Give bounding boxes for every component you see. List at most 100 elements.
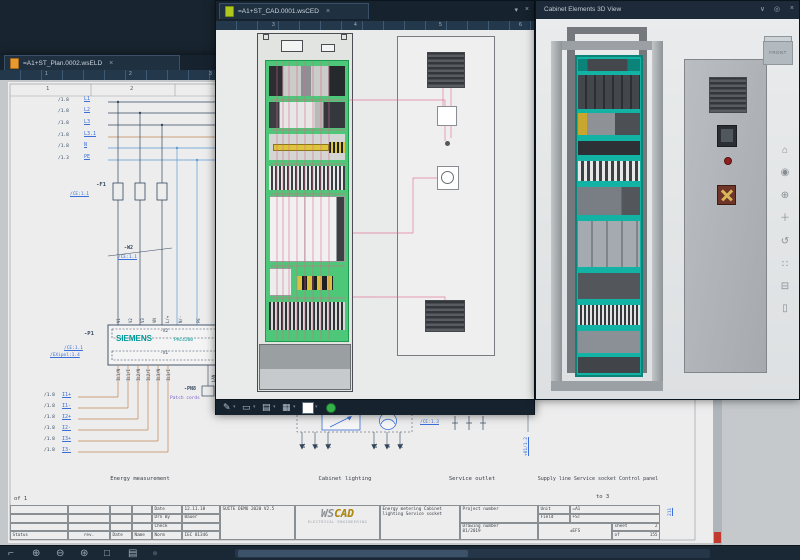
date-value-cell: 12.11.18 (182, 505, 220, 514)
view-cube-label[interactable]: FRONT (769, 50, 787, 55)
pin-label: L1 (301, 443, 306, 448)
grid-icon[interactable]: ∷ (774, 260, 796, 270)
zoom-fit-icon[interactable]: □ (104, 547, 110, 560)
patch-cords-note: Patch cords (170, 396, 200, 401)
tab-plan-0002[interactable]: =A1+ST_Plan.0002.wsELD × (4, 55, 180, 70)
3d-viewport[interactable]: FRONT ⌂ ◉ ⊕ ＋ ↺ ∷ ⊟ ▯ (536, 19, 799, 399)
norm-label-cell: Norm (152, 531, 182, 540)
sheet-of-value: 155 (650, 533, 658, 538)
wire-link[interactable]: L3 (84, 119, 90, 125)
printer-icon[interactable]: ▦ (282, 401, 291, 413)
dropdown-icon[interactable]: ▾ (273, 404, 276, 410)
logo-ws: WS (321, 507, 334, 520)
wire-ref: /1.8 (44, 437, 55, 442)
status-dot-icon[interactable] (326, 403, 336, 413)
wire-link[interactable]: I3- (62, 447, 71, 453)
wire-link[interactable]: I3+ (62, 436, 71, 442)
horizontal-scrollbar[interactable] (235, 549, 710, 558)
device-tag-f1: -F1 (78, 182, 106, 188)
sheet-of-cell: of 155 (612, 531, 660, 540)
home-icon[interactable]: ⌂ (774, 146, 796, 156)
monitor-icon[interactable]: ▤ (262, 401, 271, 413)
eye-icon[interactable]: ◉ (774, 168, 796, 178)
wire-link[interactable]: PE (84, 154, 90, 160)
check-value-cell (182, 523, 220, 532)
close-tab-icon[interactable]: × (109, 60, 113, 67)
window-menu-icon[interactable]: ▾ (514, 7, 518, 14)
dropdown-icon[interactable]: ▾ (293, 404, 296, 410)
efs-cell: ±EFS (538, 523, 612, 541)
ced-file-icon (225, 6, 234, 17)
orbit-icon[interactable]: ↺ (774, 237, 796, 247)
device-tag-pn8: -PN8 (184, 386, 196, 392)
frame-rail-front-bottom (551, 381, 663, 391)
window-title: Cabinet Elements 3D View (544, 6, 621, 13)
field-label-cell: Field (538, 514, 570, 523)
wire-routing-overlay (216, 30, 534, 399)
wire-link[interactable]: I1- (62, 403, 71, 409)
crossref-2xs1[interactable]: /CE:1.3 (420, 420, 439, 425)
wire-link[interactable]: L3.1 (84, 131, 96, 137)
page-icon[interactable]: ▯ (774, 304, 796, 314)
dropdown-icon[interactable]: ▾ (233, 404, 236, 410)
zoom-out-icon[interactable]: ⊖ (56, 547, 64, 560)
dropdown-icon[interactable]: ▾ (315, 404, 318, 410)
select-frame-icon[interactable]: ⌐ (8, 547, 14, 560)
pin-label: IL3/N (156, 369, 161, 381)
ruler-number: 3 (272, 22, 275, 28)
sheet-preview-icon[interactable]: ▤ (128, 547, 137, 560)
sheet-label: sheet (615, 524, 628, 529)
wire-link[interactable]: L1 (84, 96, 90, 102)
close-tab-icon[interactable]: × (326, 8, 330, 15)
view-cube-top-face[interactable] (764, 36, 792, 42)
crossref-p1-1[interactable]: /CE:1.1 (64, 346, 83, 351)
tab-cad-0001[interactable]: =A1+ST_CAD.0001.wsCED × (219, 3, 369, 19)
eld-file-icon (10, 58, 19, 69)
crossref-f1[interactable]: /CE:1.1 (70, 192, 89, 197)
pin-label: IL3/I (166, 369, 171, 381)
wscad-application: =A1+ST_Plan.0002.wsELD × 1 2 3 (0, 0, 800, 560)
margin-crossref[interactable]: +81/1.2 (524, 437, 529, 456)
wire-ref: /1.8 (58, 144, 69, 149)
cad-bottom-toolbar: ✎ ▾ ▭ ▾ ▤ ▾ ▦ ▾ ▾ (216, 399, 534, 415)
wire-link[interactable]: L2 (84, 107, 90, 113)
crossref-p1-2[interactable]: /EXipol:1.4 (50, 353, 80, 358)
horizontal-scrollbar-thumb[interactable] (238, 550, 468, 557)
ruler-number: 2 (129, 71, 132, 77)
project-number-cell: Project number (460, 505, 538, 523)
cabinet-3d-window: Cabinet Elements 3D View ∨ ◎ × (535, 0, 800, 400)
caption-cabinet-lighting: Cabinet lighting (285, 476, 405, 482)
pin-icon[interactable]: ◎ (774, 6, 780, 13)
pin-label: L/+ (165, 316, 170, 323)
pin-label: VN (152, 318, 157, 323)
dropdown-icon[interactable]: ▾ (253, 404, 256, 410)
pan-icon[interactable]: ＋ (774, 214, 796, 224)
panel-display-3d (717, 125, 737, 147)
scroll-alert-badge[interactable] (714, 532, 721, 543)
crossref-w2[interactable]: /CE:1.1 (118, 255, 137, 260)
margin-wire-number[interactable]: 211 (668, 508, 673, 516)
window-close-icon[interactable]: × (790, 5, 794, 12)
ruler-number: 4 (354, 22, 357, 28)
cad-horizontal-ruler: 3 4 5 6 (216, 21, 534, 30)
cabinet-layout-canvas[interactable] (216, 30, 534, 399)
storage-icon[interactable]: ⊟ (774, 282, 796, 292)
render-sphere-icon[interactable]: ● (152, 547, 158, 560)
view-cube[interactable]: FRONT (763, 41, 793, 65)
3d-title-bar[interactable]: Cabinet Elements 3D View ∨ ◎ × (536, 1, 799, 19)
wire-ref: /1.8 (44, 415, 55, 420)
wire-link[interactable]: I1+ (62, 392, 71, 398)
collapse-icon[interactable]: ∨ (760, 6, 765, 13)
pencil-icon[interactable]: ✎ (223, 401, 231, 413)
wire-link[interactable]: I2+ (62, 414, 71, 420)
window-close-icon[interactable]: × (525, 6, 529, 13)
wire-link[interactable]: I2- (62, 425, 71, 431)
pin-label: PE (399, 443, 404, 448)
wire-link[interactable]: N (84, 142, 87, 148)
zoom-window-icon[interactable]: ⊛ (80, 547, 88, 560)
zoom-in-icon[interactable]: ⊕ (32, 547, 40, 560)
layer-icon[interactable]: ▭ (242, 401, 251, 413)
rev-label-cell: rev. (68, 531, 110, 540)
zoom-icon[interactable]: ⊕ (774, 191, 796, 201)
color-swatch[interactable] (302, 402, 314, 414)
